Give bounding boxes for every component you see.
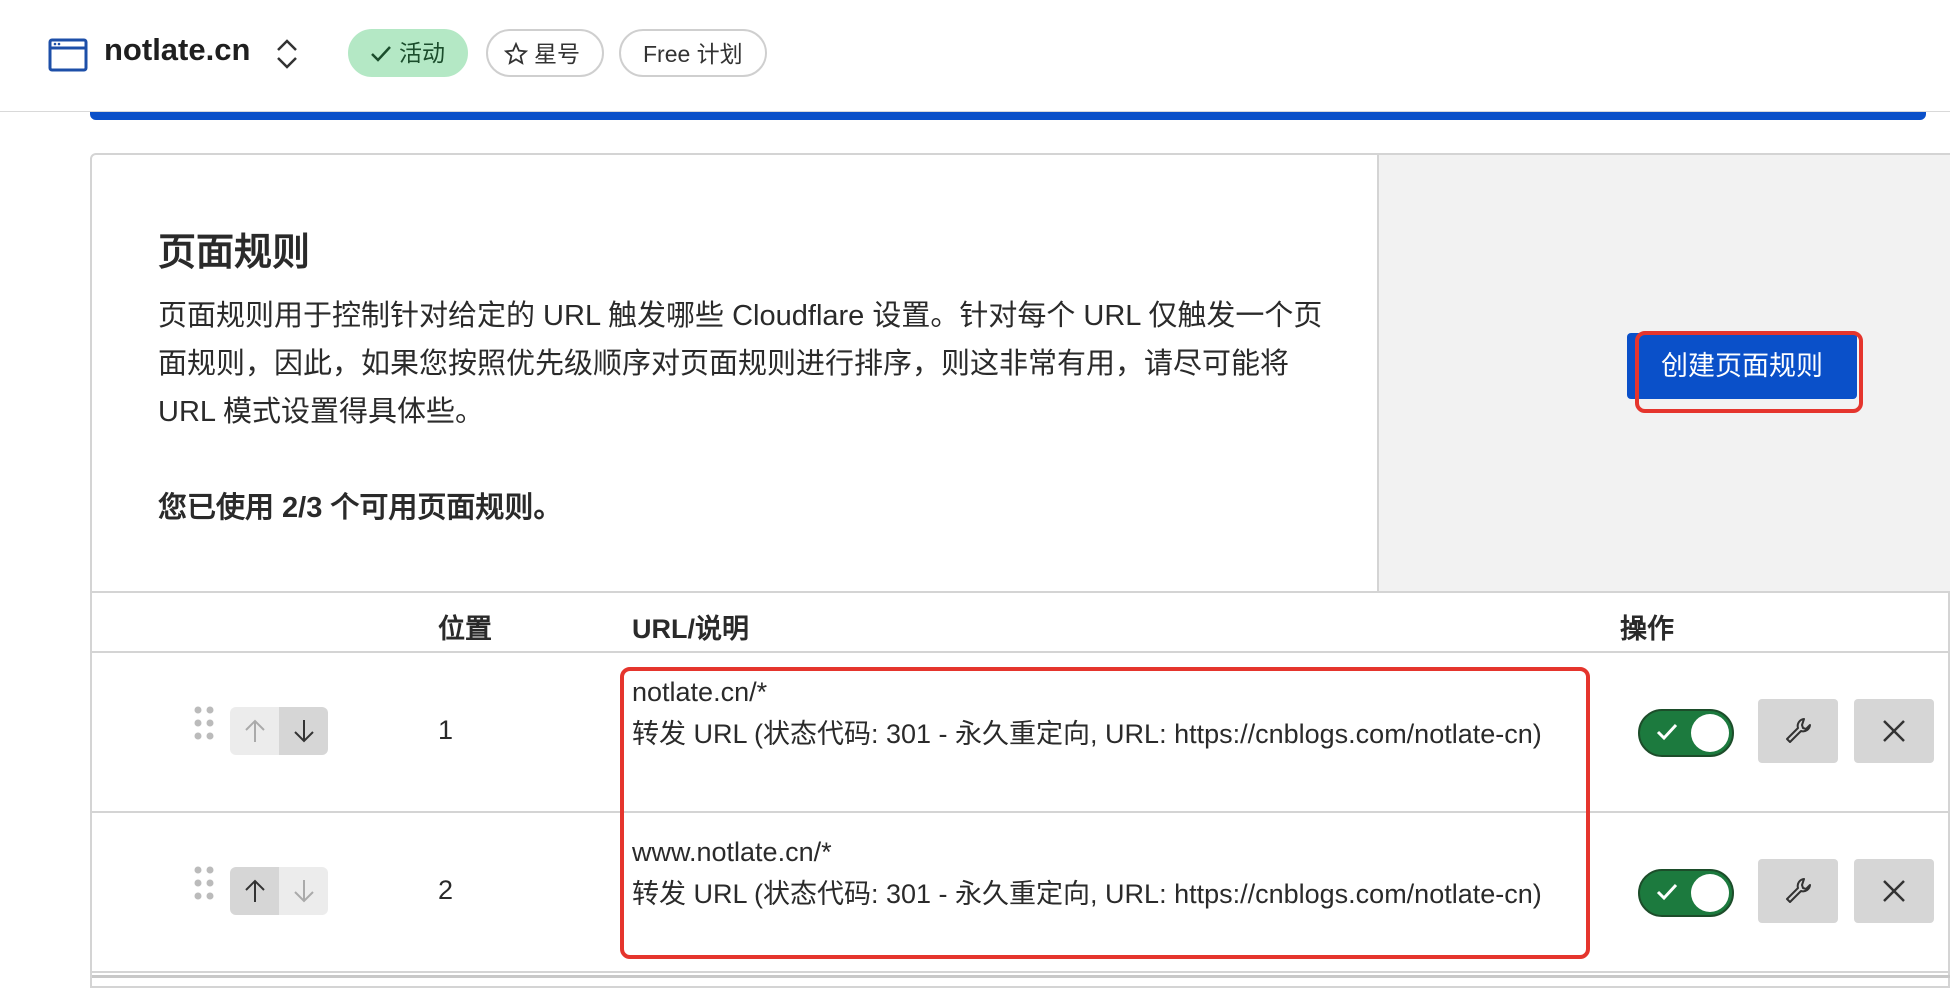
rule-url-description: www.notlate.cn/* 转发 URL (状态代码: 301 - 永久重… <box>632 831 1572 915</box>
page-rules-description: 页面规则用于控制针对给定的 URL 触发哪些 Cloudflare 设置。针对每… <box>158 300 1323 428</box>
reorder-buttons <box>230 867 328 915</box>
chevron-up-down-icon[interactable] <box>274 36 300 72</box>
delete-rule-button[interactable] <box>1854 859 1934 923</box>
table-header: 位置 URL/说明 操作 <box>92 593 1950 653</box>
drag-handle-icon[interactable] <box>192 705 216 751</box>
column-header-url: URL/说明 <box>632 614 749 644</box>
page-rules-intro: 页面规则 页面规则用于控制针对给定的 URL 触发哪些 Cloudflare 设… <box>92 155 1377 591</box>
rule-url-description: notlate.cn/* 转发 URL (状态代码: 301 - 永久重定向, … <box>632 671 1572 755</box>
rule-description: 转发 URL (状态代码: 301 - 永久重定向, URL: https://… <box>632 719 1542 749</box>
create-page-rule-button[interactable]: 创建页面规则 <box>1627 333 1857 399</box>
move-up-button[interactable] <box>230 707 279 755</box>
site-name: notlate.cn <box>104 32 251 67</box>
arrow-up-icon <box>244 879 265 902</box>
move-up-button[interactable] <box>230 867 279 915</box>
arrow-down-icon <box>293 720 314 743</box>
status-badge-active: 活动 <box>348 29 468 77</box>
star-label: 星号 <box>534 41 580 67</box>
toggle-knob <box>1691 874 1729 912</box>
rule-url: notlate.cn/* <box>632 677 768 707</box>
rule-url: www.notlate.cn/* <box>632 837 832 867</box>
table-bottom-divider <box>92 975 1950 978</box>
column-header-position: 位置 <box>438 614 492 644</box>
rule-position: 2 <box>438 875 454 905</box>
close-icon <box>1883 880 1905 902</box>
status-badge-label: 活动 <box>399 40 445 66</box>
close-icon <box>1883 720 1905 742</box>
page-rules-table: 位置 URL/说明 操作 1 notlate.cn/* 转发 URL (状态代码… <box>92 591 1950 973</box>
page-rules-usage: 您已使用 2/3 个可用页面规则。 <box>158 492 563 524</box>
rule-position: 1 <box>438 715 454 745</box>
rule-enabled-toggle[interactable] <box>1638 709 1734 757</box>
plan-badge[interactable]: Free 计划 <box>619 29 767 77</box>
star-icon <box>503 41 529 65</box>
page-title: 页面规则 <box>158 232 311 274</box>
edit-rule-button[interactable] <box>1758 859 1838 923</box>
arrow-up-icon <box>244 719 265 742</box>
drag-handle-icon[interactable] <box>192 865 216 911</box>
table-row: 2 www.notlate.cn/* 转发 URL (状态代码: 301 - 永… <box>92 813 1950 973</box>
star-button[interactable]: 星号 <box>486 29 604 77</box>
site-header: notlate.cn 活动 星号 Free 计划 <box>0 0 1950 112</box>
browser-window-icon <box>48 38 88 72</box>
move-down-button[interactable] <box>279 867 328 915</box>
rule-description: 转发 URL (状态代码: 301 - 永久重定向, URL: https://… <box>632 879 1542 909</box>
column-header-actions: 操作 <box>1620 614 1674 644</box>
check-icon <box>371 46 391 62</box>
table-row: 1 notlate.cn/* 转发 URL (状态代码: 301 - 永久重定向… <box>92 653 1950 813</box>
edit-rule-button[interactable] <box>1758 699 1838 763</box>
wrench-icon <box>1786 718 1811 743</box>
reorder-buttons <box>230 707 328 755</box>
page-rules-card: 页面规则 页面规则用于控制针对给定的 URL 触发哪些 Cloudflare 设… <box>90 153 1950 988</box>
header-accent-bar <box>90 112 1926 120</box>
check-icon <box>1656 883 1678 901</box>
delete-rule-button[interactable] <box>1854 699 1934 763</box>
toggle-knob <box>1691 714 1729 752</box>
rule-enabled-toggle[interactable] <box>1638 869 1734 917</box>
arrow-down-icon <box>293 880 314 903</box>
wrench-icon <box>1786 878 1811 903</box>
create-rule-panel: 创建页面规则 <box>1377 155 1950 591</box>
check-icon <box>1656 723 1678 741</box>
move-down-button[interactable] <box>279 707 328 755</box>
